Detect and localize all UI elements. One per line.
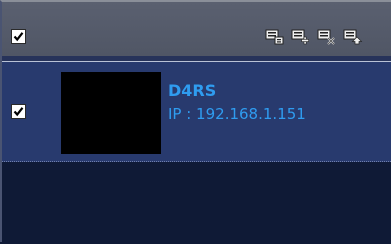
add-device-button[interactable] bbox=[291, 29, 311, 45]
select-all-checkbox[interactable] bbox=[11, 29, 26, 44]
device-add-icon bbox=[291, 29, 309, 45]
device-move-up-icon bbox=[343, 29, 363, 45]
device-list-empty-area bbox=[2, 162, 391, 244]
checkmark-icon bbox=[13, 32, 24, 42]
device-list-panel: D4RS IP : 192.168.1.151 bbox=[0, 0, 391, 244]
checkmark-icon bbox=[13, 107, 24, 117]
device-toolbar bbox=[2, 2, 391, 56]
device-row-checkbox[interactable] bbox=[11, 104, 26, 119]
move-device-button[interactable] bbox=[343, 29, 363, 45]
device-ip: IP : 192.168.1.151 bbox=[168, 105, 306, 123]
device-name: D4RS bbox=[168, 81, 217, 100]
device-thumbnail[interactable] bbox=[61, 72, 161, 154]
remove-device-button[interactable] bbox=[317, 29, 337, 45]
device-list-button[interactable] bbox=[265, 29, 285, 45]
device-remove-icon bbox=[317, 29, 335, 45]
device-row[interactable]: D4RS IP : 192.168.1.151 bbox=[2, 62, 391, 162]
device-list-icon bbox=[265, 29, 284, 45]
